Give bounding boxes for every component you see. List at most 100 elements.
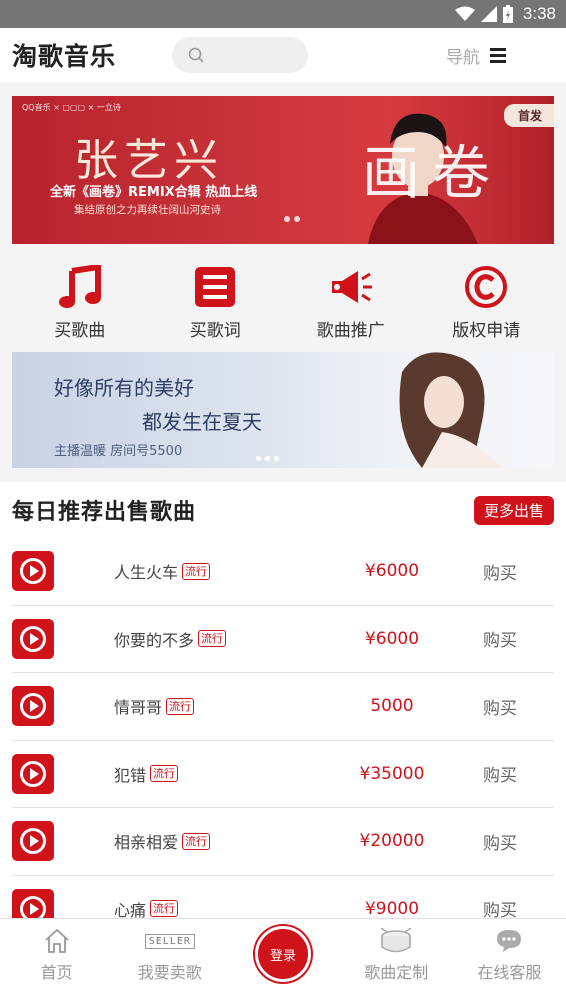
login-button[interactable]: 登录 bbox=[255, 926, 311, 982]
song-row[interactable]: 人生火车 流行 ¥6000 购买 bbox=[12, 538, 554, 606]
top-content: QQ音乐 × ▢▢▢ × 一立诗 张艺兴 全新《画卷》REMIX合辑 热血上线 … bbox=[0, 82, 566, 482]
song-price: 5000 bbox=[370, 696, 414, 717]
more-for-sale-button[interactable]: 更多出售 bbox=[473, 495, 554, 525]
nav-customer-service[interactable]: 在线客服 bbox=[453, 919, 566, 1006]
banner-line-2: 集结原创之力再续壮阔山河史诗 bbox=[74, 204, 221, 216]
play-button[interactable] bbox=[12, 821, 54, 862]
play-icon bbox=[20, 558, 46, 585]
live-banner-line-2: 都发生在夏天 bbox=[142, 410, 262, 434]
section-header: 每日推荐出售歌曲 更多出售 bbox=[0, 482, 566, 538]
quick-link-copyright[interactable]: 版权申请 bbox=[419, 264, 555, 352]
genre-tag: 流行 bbox=[150, 900, 179, 918]
song-name: 情哥哥 流行 bbox=[114, 694, 195, 718]
banner-pager-dots bbox=[284, 216, 300, 222]
promo-banner[interactable]: QQ音乐 × ▢▢▢ × 一立诗 张艺兴 全新《画卷》REMIX合辑 热血上线 … bbox=[12, 96, 554, 244]
play-button[interactable] bbox=[12, 686, 54, 727]
wifi-icon bbox=[454, 6, 475, 21]
app-title: 淘歌音乐 bbox=[12, 42, 117, 71]
song-title: 犯错 bbox=[114, 765, 147, 785]
song-title: 相亲相爱 bbox=[114, 833, 179, 853]
app-header: 淘歌音乐 导航 bbox=[0, 28, 566, 82]
battery-icon bbox=[502, 5, 513, 23]
play-icon bbox=[20, 828, 46, 855]
live-banner-line-3: 主播温暖 房间号5500 bbox=[54, 444, 183, 459]
megaphone-icon bbox=[328, 264, 374, 310]
genre-tag: 流行 bbox=[182, 832, 211, 850]
quick-link-buy-songs[interactable]: 买歌曲 bbox=[12, 264, 148, 352]
song-title: 你要的不多 bbox=[114, 630, 195, 650]
live-banner-pager-dots bbox=[256, 456, 279, 461]
seller-icon: SELLER bbox=[144, 927, 195, 955]
song-row[interactable]: 相亲相爱 流行 ¥20000 购买 bbox=[12, 808, 554, 876]
buy-button[interactable]: 购买 bbox=[470, 829, 530, 854]
home-icon bbox=[43, 927, 71, 955]
song-name: 犯错 流行 bbox=[114, 762, 179, 786]
song-name: 相亲相爱 流行 bbox=[114, 829, 211, 853]
song-row[interactable]: 情哥哥 流行 5000 购买 bbox=[12, 673, 554, 741]
song-price: ¥6000 bbox=[364, 561, 420, 582]
nav-label: 导航 bbox=[446, 48, 480, 68]
genre-tag: 流行 bbox=[150, 765, 179, 783]
genre-tag: 流行 bbox=[166, 697, 195, 715]
song-price: ¥20000 bbox=[359, 831, 425, 852]
song-row[interactable]: 犯错 流行 ¥35000 购买 bbox=[12, 741, 554, 808]
search-input[interactable] bbox=[212, 47, 302, 63]
quick-links: 买歌曲 买歌词 歌曲推广 版权申请 bbox=[12, 244, 554, 352]
play-button[interactable] bbox=[12, 551, 54, 592]
quick-link-buy-lyrics[interactable]: 买歌词 bbox=[148, 264, 284, 352]
seller-badge: SELLER bbox=[144, 933, 195, 949]
banner-headline: 张艺兴 bbox=[74, 135, 224, 186]
signal-icon bbox=[480, 6, 497, 22]
genre-tag: 流行 bbox=[198, 630, 227, 648]
song-row[interactable]: 你要的不多 流行 ¥6000 购买 bbox=[12, 606, 554, 673]
drum-icon bbox=[379, 927, 413, 955]
play-button[interactable] bbox=[12, 618, 54, 659]
quick-link-label: 版权申请 bbox=[452, 321, 521, 341]
banner-calligraphy: 画卷 bbox=[362, 139, 503, 207]
play-icon bbox=[20, 625, 46, 652]
buy-button[interactable]: 购买 bbox=[470, 559, 530, 584]
song-title: 人生火车 bbox=[114, 563, 179, 583]
nav-home[interactable]: 首页 bbox=[0, 919, 113, 1006]
play-button[interactable] bbox=[12, 753, 54, 794]
nav-login-wrap: 登录 bbox=[226, 919, 339, 1006]
banner-logos: QQ音乐 × ▢▢▢ × 一立诗 bbox=[22, 103, 121, 112]
nav-home-label: 首页 bbox=[40, 963, 73, 982]
live-banner-image bbox=[399, 352, 502, 468]
song-price: ¥35000 bbox=[359, 763, 425, 784]
song-title: 情哥哥 bbox=[114, 698, 163, 718]
nav-custom-label: 歌曲定制 bbox=[364, 963, 429, 982]
buy-button[interactable]: 购买 bbox=[470, 694, 530, 719]
play-icon bbox=[20, 693, 46, 720]
banner-line-1: 全新《画卷》REMIX合辑 热血上线 bbox=[50, 185, 258, 200]
search-icon bbox=[188, 47, 204, 63]
search-box[interactable] bbox=[172, 37, 308, 73]
nav-service-label: 在线客服 bbox=[477, 963, 542, 982]
lyrics-list-icon bbox=[192, 264, 238, 310]
chat-bubble-icon bbox=[495, 927, 523, 955]
section-title: 每日推荐出售歌曲 bbox=[12, 500, 197, 525]
song-name: 你要的不多 流行 bbox=[114, 627, 227, 651]
nav-custom-songs[interactable]: 歌曲定制 bbox=[340, 919, 453, 1006]
nav-sell-songs[interactable]: SELLER 我要卖歌 bbox=[113, 919, 226, 1006]
quick-link-promotion[interactable]: 歌曲推广 bbox=[283, 264, 419, 352]
song-list: 人生火车 流行 ¥6000 购买 你要的不多 流行 ¥6000 购买 情哥哥 流行 5… bbox=[0, 538, 566, 943]
buy-button[interactable]: 购买 bbox=[470, 761, 530, 786]
music-note-icon bbox=[57, 264, 103, 310]
menu-icon bbox=[490, 48, 506, 63]
live-banner-line-1: 好像所有的美好 bbox=[54, 376, 194, 400]
nav-sell-label: 我要卖歌 bbox=[137, 963, 202, 982]
copyright-icon bbox=[463, 264, 509, 310]
bottom-nav: 首页 SELLER 我要卖歌 登录 歌曲定制 在线客服 bbox=[0, 918, 566, 1006]
live-banner[interactable]: 好像所有的美好 都发生在夏天 主播温暖 房间号5500 bbox=[12, 352, 554, 468]
banner-badge: 首发 bbox=[503, 104, 554, 127]
buy-button[interactable]: 购买 bbox=[470, 626, 530, 651]
status-bar: 3:38 bbox=[0, 0, 566, 28]
nav-menu-button[interactable]: 导航 bbox=[446, 43, 506, 68]
song-price: ¥6000 bbox=[364, 628, 420, 649]
song-name: 人生火车 流行 bbox=[114, 559, 211, 583]
quick-link-label: 歌曲推广 bbox=[316, 321, 385, 341]
quick-link-label: 买歌曲 bbox=[54, 321, 106, 341]
status-time: 3:38 bbox=[522, 4, 556, 23]
play-icon bbox=[20, 760, 46, 787]
